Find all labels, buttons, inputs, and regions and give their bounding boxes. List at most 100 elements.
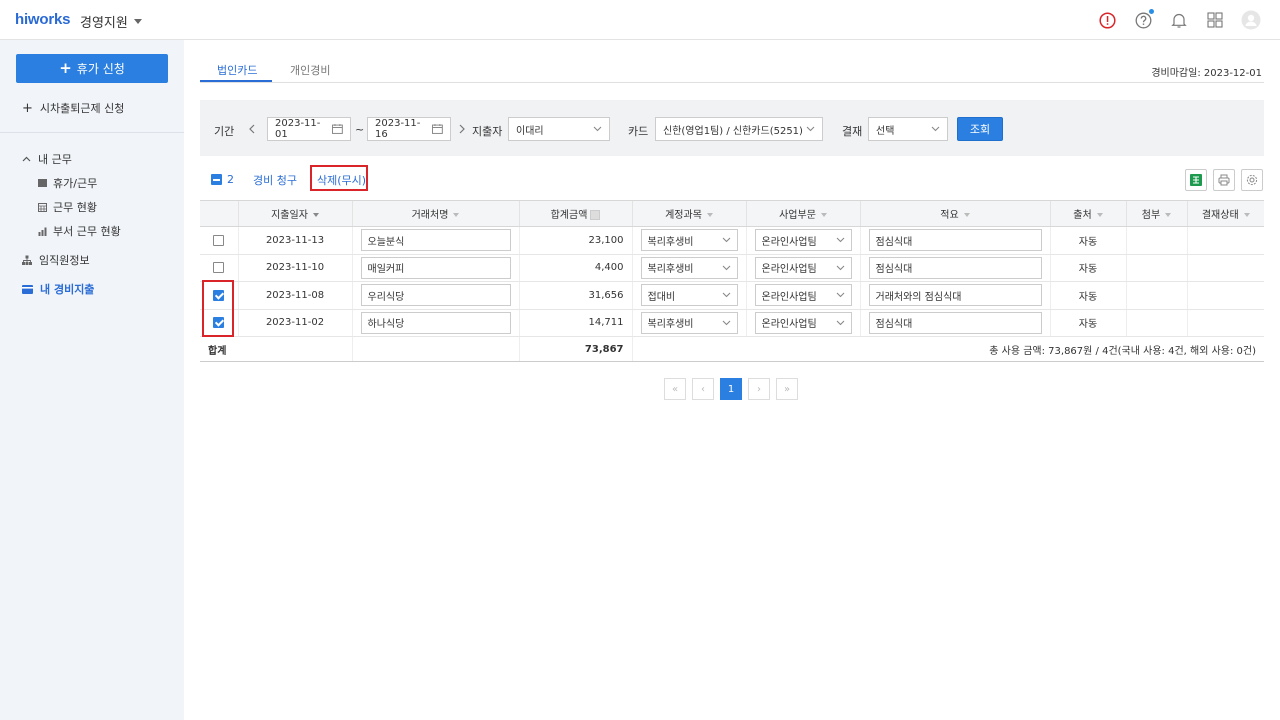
tab-corporate-card[interactable]: 법인카드 [217, 62, 257, 78]
division-value: 온라인사업팀 [761, 319, 817, 331]
date-to-input[interactable]: 2023-11-16 [367, 117, 451, 141]
page-1-button[interactable]: 1 [720, 378, 742, 400]
memo-input[interactable]: 점심식대 [868, 256, 1042, 279]
vendor-input[interactable]: 매일커피 [360, 256, 511, 279]
row-date: 2023-11-08 [237, 281, 352, 310]
chevron-right-icon[interactable] [459, 124, 465, 134]
header-account[interactable]: 계정과목 [631, 200, 746, 227]
header-attachment[interactable]: 첨부 [1125, 200, 1187, 227]
vendor-input[interactable]: 오늘분식 [360, 229, 511, 252]
chevron-down-icon [806, 126, 815, 132]
calendar-icon[interactable] [332, 124, 343, 134]
row-checkbox[interactable] [213, 234, 225, 246]
row-attachment[interactable] [1125, 281, 1187, 310]
row-attachment[interactable] [1125, 226, 1187, 255]
account-value: 복리후생비 [647, 264, 694, 276]
search-button[interactable]: 조회 [957, 117, 1003, 141]
row-date: 2023-11-13 [237, 226, 352, 255]
vendor-value: 오늘분식 [367, 236, 405, 248]
last-page-button[interactable]: » [776, 378, 798, 400]
vendor-input[interactable]: 우리식당 [360, 284, 511, 307]
memo-value: 점심식대 [875, 319, 913, 331]
sidebar-group-my-work[interactable]: 내 근무 [22, 151, 72, 167]
first-page-button[interactable]: « [664, 378, 686, 400]
account-select[interactable]: 복리후생비 [640, 311, 738, 334]
memo-input[interactable]: 점심식대 [868, 311, 1042, 334]
card-label: 카드 [628, 125, 649, 138]
account-value: 접대비 [647, 291, 676, 303]
expense-claim-link[interactable]: 경비 청구 [253, 172, 297, 188]
hiworks-logo[interactable]: hiworks [15, 11, 70, 28]
help-icon[interactable] [1132, 9, 1154, 31]
spender-select[interactable]: 이대리 [508, 117, 610, 141]
account-select[interactable]: 복리후생비 [640, 229, 738, 252]
division-select[interactable]: 온라인사업팀 [754, 229, 852, 252]
select-all-checkbox[interactable] [211, 174, 222, 185]
settings-gear-icon[interactable] [1241, 169, 1263, 191]
header-approval-status[interactable]: 결재상태 [1186, 200, 1264, 227]
calendar-icon[interactable] [432, 124, 443, 134]
row-amount: 23,100 [518, 226, 632, 255]
account-select[interactable]: 복리후생비 [640, 256, 738, 279]
date-to-value: 2023-11-16 [375, 118, 421, 140]
header-amount[interactable]: 합계금액 [518, 200, 632, 227]
header-date[interactable]: 지출일자 [237, 200, 352, 227]
chevron-down-icon [593, 126, 602, 132]
tab-personal-expense[interactable]: 개인경비 [290, 62, 330, 78]
app-title-label: 경영지원 [80, 16, 128, 31]
row-attachment[interactable] [1125, 309, 1187, 337]
row-attachment[interactable] [1125, 254, 1187, 282]
date-range-tilde: ~ [355, 123, 365, 136]
period-label: 기간 [214, 125, 235, 138]
sidebar-item-employee-info[interactable]: 임직원정보 [22, 252, 90, 268]
vendor-value: 매일커피 [367, 264, 405, 276]
table-header-row: 지출일자 거래처명 합계금액 계정과목 사업부문 적요 출처 첨부 결재상태 [200, 200, 1264, 227]
approval-select[interactable]: 선택 [868, 117, 948, 141]
memo-input[interactable]: 거래처와의 점심식대 [868, 284, 1042, 307]
prev-page-button[interactable]: ‹ [692, 378, 714, 400]
user-avatar[interactable] [1240, 9, 1262, 31]
chevron-down-icon [722, 292, 730, 298]
header-memo[interactable]: 적요 [859, 200, 1050, 227]
row-source: 자동 [1049, 309, 1126, 337]
excel-export-icon[interactable] [1185, 169, 1207, 191]
table-row[interactable]: 2023-11-10 매일커피 4,400 복리후생비 온라인사업팀 점심식대 자동 [200, 254, 1264, 282]
row-source: 자동 [1049, 254, 1126, 282]
next-page-button[interactable]: › [748, 378, 770, 400]
sidebar-item-work-status[interactable]: 근무 현황 [38, 199, 97, 215]
sidebar-item-dept-work-status[interactable]: 부서 근무 현황 [38, 223, 121, 239]
sidebar-item-vacation-work[interactable]: 휴가/근무 [38, 175, 97, 191]
row-approval-status [1186, 254, 1264, 282]
table-row[interactable]: 2023-11-13 오늘분식 23,100 복리후생비 온라인사업팀 점심식대 자동 [200, 226, 1264, 255]
account-select[interactable]: 접대비 [640, 284, 738, 307]
sidebar-item-flextime-request[interactable]: + 시차출퇴근제 신청 [22, 100, 124, 116]
sidebar: + 휴가 신청 + 시차출퇴근제 신청 내 근무 휴가/근무 근무 현황 부서 … [0, 40, 184, 720]
vacation-request-button[interactable]: + 휴가 신청 [16, 54, 168, 83]
card-select[interactable]: 신한(영업1팀) / 신한카드(5251) [655, 117, 823, 141]
row-checkbox[interactable] [213, 262, 225, 273]
header-vendor[interactable]: 거래처명 [351, 200, 519, 227]
app-title-dropdown[interactable]: 경영지원 [80, 12, 142, 31]
header-source[interactable]: 출처 [1049, 200, 1126, 227]
alert-icon[interactable] [1096, 9, 1118, 31]
header-division[interactable]: 사업부문 [745, 200, 860, 227]
expense-table: 지출일자 거래처명 합계금액 계정과목 사업부문 적요 출처 첨부 결재상태 2… [200, 200, 1264, 362]
date-from-input[interactable]: 2023-11-01 [267, 117, 351, 141]
sidebar-item-my-expense[interactable]: 내 경비지출 [22, 281, 94, 297]
print-icon[interactable] [1213, 169, 1235, 191]
chevron-left-icon[interactable] [249, 124, 255, 134]
table-row[interactable]: 2023-11-02 하나식당 14,711 복리후생비 온라인사업팀 점심식대 자동 [200, 309, 1264, 337]
memo-input[interactable]: 점심식대 [868, 229, 1042, 252]
division-select[interactable]: 온라인사업팀 [754, 311, 852, 334]
table-row[interactable]: 2023-11-08 우리식당 31,656 접대비 온라인사업팀 거래처와의 점심식대 자… [200, 281, 1264, 310]
row-approval-status [1186, 226, 1264, 255]
division-select[interactable]: 온라인사업팀 [754, 284, 852, 307]
apps-grid-icon[interactable] [1204, 9, 1226, 31]
division-select[interactable]: 온라인사업팀 [754, 256, 852, 279]
sum-total: 73,867 [518, 336, 632, 362]
bell-icon[interactable] [1168, 9, 1190, 31]
delete-highlight-box [310, 165, 368, 191]
vendor-input[interactable]: 하나식당 [360, 311, 511, 334]
caret-down-icon [133, 19, 142, 24]
chevron-down-icon [722, 237, 730, 243]
